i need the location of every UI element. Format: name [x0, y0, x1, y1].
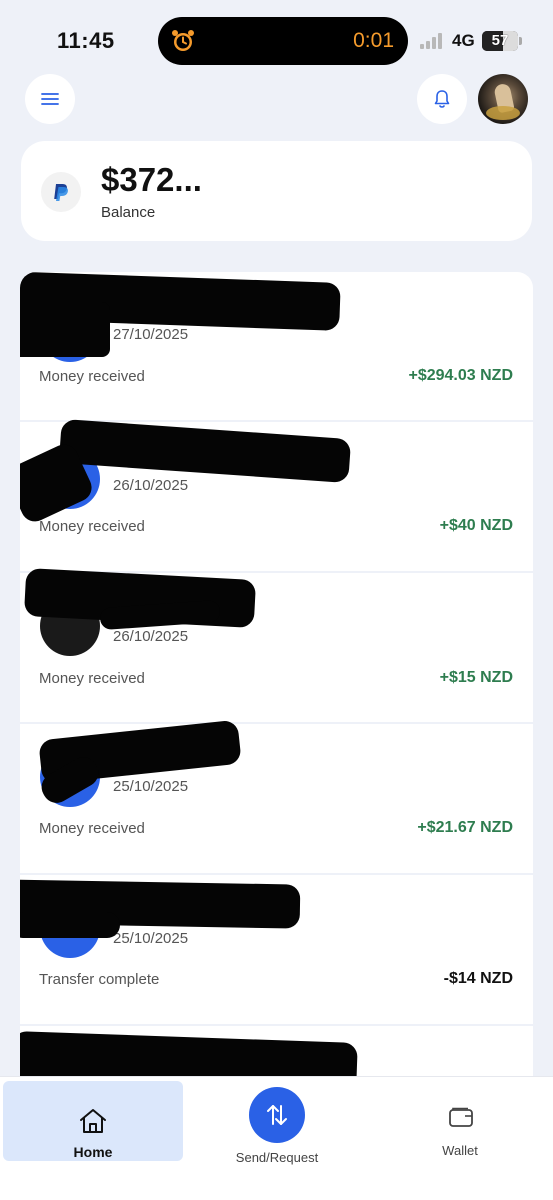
transaction-row[interactable]: 26/10/2025 Money received +$40 NZD: [20, 418, 533, 573]
transaction-date: 25/10/2025: [113, 778, 189, 795]
status-time: 11:45: [57, 28, 115, 53]
redaction-mark: [20, 302, 110, 357]
redaction-mark: [20, 1030, 358, 1082]
transaction-date: 26/10/2025: [113, 628, 189, 645]
signal-strength-icon: [420, 33, 446, 49]
transaction-amount: -$14 NZD: [443, 970, 513, 987]
bell-icon: [434, 90, 450, 108]
balance-amount: $372...: [101, 161, 202, 198]
profile-avatar[interactable]: [478, 74, 528, 124]
notifications-button[interactable]: [417, 74, 467, 124]
balance-card[interactable]: $372... Balance: [21, 141, 532, 241]
network-type: 4G: [452, 31, 475, 50]
nav-send-request-tab[interactable]: Send/Request: [210, 1085, 344, 1175]
alarm-clock-icon: [172, 30, 194, 51]
timer-readout: 0:01: [353, 29, 394, 52]
battery-icon: 57: [482, 31, 522, 51]
transaction-amount: +$15 NZD: [439, 669, 513, 686]
bottom-navigation: Home Send/Request Wallet: [0, 1076, 553, 1200]
transaction-row[interactable]: 27/10/2025 Money received +$294.03 NZD: [20, 272, 533, 422]
transaction-amount: +$294.03 NZD: [408, 367, 513, 384]
nav-wallet-label: Wallet: [442, 1143, 478, 1158]
home-icon: [80, 1109, 106, 1133]
dynamic-island[interactable]: 0:01: [158, 17, 408, 65]
transaction-status: Money received: [39, 670, 145, 687]
redaction-mark: [20, 912, 120, 938]
transaction-list[interactable]: 27/10/2025 Money received +$294.03 NZD 2…: [20, 272, 533, 1082]
wallet-icon: [449, 1107, 473, 1127]
transaction-row[interactable]: 25/10/2025 Transfer complete -$14 NZD: [20, 876, 533, 1026]
transaction-row[interactable]: 25/10/2025 Money received +$21.67 NZD: [20, 719, 533, 875]
transaction-status: Transfer complete: [39, 971, 160, 988]
hamburger-menu-icon: [41, 93, 59, 105]
transaction-row[interactable]: 26/10/2025 Money received +$15 NZD: [20, 568, 533, 724]
transaction-row[interactable]: [20, 1027, 533, 1082]
nav-home-label: Home: [73, 1144, 113, 1160]
status-bar: 11:45 0:01 4G 57: [0, 0, 553, 80]
redaction-mark: [58, 418, 352, 484]
transaction-status: Money received: [39, 368, 145, 385]
paypal-logo-icon: [41, 172, 81, 212]
transaction-date: 26/10/2025: [113, 477, 189, 494]
transaction-date: 27/10/2025: [113, 326, 189, 343]
nav-wallet-tab[interactable]: Wallet: [400, 1085, 520, 1165]
transaction-status: Money received: [39, 820, 145, 837]
send-request-button[interactable]: [249, 1087, 305, 1143]
transaction-amount: +$21.67 NZD: [417, 819, 513, 836]
transaction-amount: +$40 NZD: [439, 517, 513, 534]
transaction-date: 25/10/2025: [113, 930, 189, 947]
battery-level: 57: [491, 32, 509, 49]
menu-button[interactable]: [25, 74, 75, 124]
nav-home-tab[interactable]: Home: [3, 1081, 183, 1161]
balance-label: Balance: [101, 204, 156, 221]
transaction-status: Money received: [39, 518, 145, 535]
transfer-arrows-icon: [267, 1105, 287, 1125]
nav-send-request-label: Send/Request: [235, 1150, 319, 1165]
